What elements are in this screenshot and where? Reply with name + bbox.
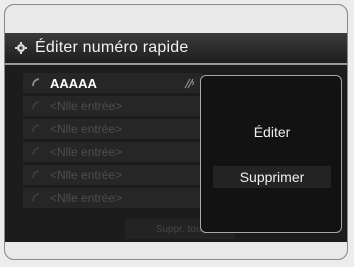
list-item[interactable]: <Nlle entrée>: [23, 119, 203, 139]
list-item[interactable]: <Nlle entrée>: [23, 165, 203, 185]
screen-bottom-area: [5, 242, 347, 259]
page-title: Éditer numéro rapide: [35, 39, 189, 56]
list-item-label: <Nlle entrée>: [50, 145, 123, 159]
screen-top-area: [5, 5, 347, 33]
list-item-label: <Nlle entrée>: [50, 122, 123, 136]
phone-icon: [31, 169, 43, 181]
list-item-label: <Nlle entrée>: [50, 191, 123, 205]
voice-tag-icon: [183, 76, 197, 90]
phone-icon: [31, 100, 43, 112]
list-item-label: <Nlle entrée>: [50, 168, 123, 182]
list-item[interactable]: AAAAA: [23, 73, 203, 93]
nav-screen: Éditer numéro rapide AAAAA <Nlle entrée>…: [4, 4, 348, 260]
phone-icon: [31, 123, 43, 135]
title-bar: Éditer numéro rapide: [5, 33, 347, 65]
phone-icon: [31, 192, 43, 204]
list-item-label: AAAAA: [50, 75, 97, 91]
list-item[interactable]: <Nlle entrée>: [23, 188, 203, 208]
phone-icon: [31, 146, 43, 158]
speed-dial-list: AAAAA <Nlle entrée> <Nlle entrée> <Nlle …: [23, 73, 203, 211]
delete-button[interactable]: Supprimer: [213, 166, 331, 188]
edit-button[interactable]: Éditer: [213, 121, 331, 143]
gear-icon: [15, 42, 27, 54]
list-item[interactable]: <Nlle entrée>: [23, 142, 203, 162]
list-item[interactable]: <Nlle entrée>: [23, 96, 203, 116]
list-item-label: <Nlle entrée>: [50, 99, 123, 113]
options-popup: Éditer Supprimer: [200, 75, 342, 233]
phone-icon: [31, 77, 43, 89]
